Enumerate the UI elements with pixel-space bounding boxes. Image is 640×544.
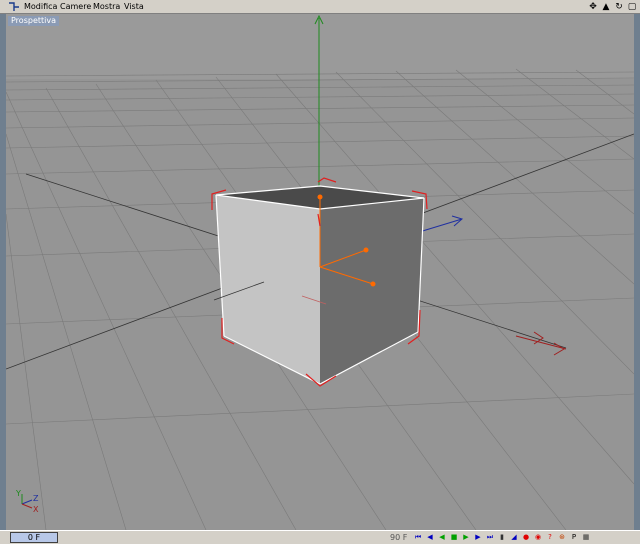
timeline-bar: 0 F 90 F ⏮ ◀ ◀ ■ ▶ ▶ ⏭ ▮ ◢ ● ◉ ? ⊛ P ▦ [0,530,640,544]
previous-key-icon[interactable]: ◀ [425,532,435,543]
play-forward-icon[interactable]: ▶ [461,532,471,543]
end-frame-label: 90 F [390,533,408,542]
rotate-view-icon[interactable]: ↻ [613,1,625,13]
play-backward-icon[interactable]: ◀ [437,532,447,543]
viewport-scene[interactable]: Y Z X [6,14,634,530]
cinema4d-view-icon[interactable] [8,2,20,12]
timeline-options-icon[interactable]: ▮ [497,532,507,543]
gizmo-x-label: X [33,505,39,514]
help-icon[interactable]: ? [545,532,555,543]
axis-gizmo: Y Z X [15,489,39,514]
current-frame-field[interactable]: 0 F [10,532,58,543]
view-navigation-tools: ✥ ▲ ↻ ▢ [587,1,638,13]
move-view-icon[interactable]: ✥ [587,1,599,13]
rotation-key-icon[interactable]: ⊛ [557,532,567,543]
transport-controls: ⏮ ◀ ◀ ■ ▶ ▶ ⏭ ▮ ◢ ● ◉ ? ⊛ P ▦ [413,532,591,543]
gizmo-z-label: Z [33,494,39,503]
autokey-icon[interactable]: ◉ [533,532,543,543]
go-to-end-icon[interactable]: ⏭ [485,532,495,543]
cube-left-face [216,195,320,384]
background-sky [6,14,634,79]
viewport-camera-label[interactable]: Prospettiva [8,16,59,26]
viewport-menubar: Modifica Camere Mostra Vista ✥ ▲ ↻ ▢ [0,0,640,14]
position-key-icon[interactable]: P [569,532,579,543]
zoom-view-icon[interactable]: ▲ [600,1,612,13]
record-icon[interactable]: ● [521,532,531,543]
go-to-start-icon[interactable]: ⏮ [413,532,423,543]
menu-mostra[interactable]: Mostra [93,1,120,13]
handle-z[interactable] [370,281,376,287]
keyframe-nav-icon[interactable]: ◢ [509,532,519,543]
world-x-arrow [533,331,565,356]
selected-cube[interactable] [211,177,428,387]
stop-icon[interactable]: ■ [449,532,459,543]
menu-modifica[interactable]: Modifica [24,1,57,13]
grid-key-icon[interactable]: ▦ [581,532,591,543]
menu-camere[interactable]: Camere [60,1,91,13]
handle-x[interactable] [363,247,369,253]
menu-vista[interactable]: Vista [124,1,144,13]
perspective-viewport[interactable]: Y Z X Prospettiva [6,14,634,530]
maximize-view-icon[interactable]: ▢ [626,1,638,13]
gizmo-y-label: Y [15,489,21,498]
handle-top[interactable] [317,194,323,200]
next-key-icon[interactable]: ▶ [473,532,483,543]
world-x-axis [515,335,567,350]
